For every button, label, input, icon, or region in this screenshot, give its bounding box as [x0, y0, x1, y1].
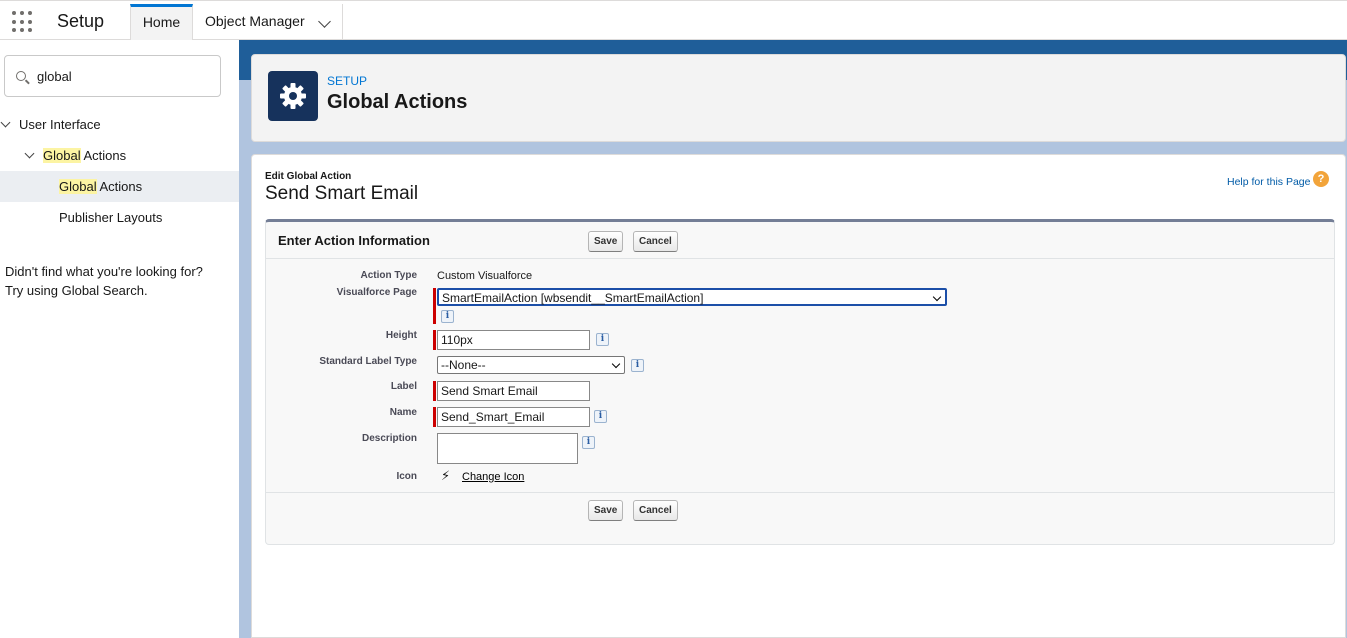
label-input[interactable]: Send Smart Email [437, 381, 590, 401]
setup-sidebar: global User Interface Global Actions Glo… [0, 41, 239, 638]
icon-label: Icon [396, 471, 417, 482]
visualforce-page-label: Visualforce Page [336, 287, 417, 298]
setup-gear-icon [268, 71, 318, 121]
info-icon[interactable]: i [631, 359, 644, 372]
name-field-label: Name [389, 407, 417, 418]
tree-item-publisher-layouts[interactable]: Publisher Layouts [0, 202, 239, 233]
name-input[interactable]: Send_Smart_Email [437, 407, 590, 427]
section-header: Enter Action Information Save Cancel [266, 222, 1334, 259]
action-type-label: Action Type [360, 270, 417, 281]
global-header: Setup Home Object Manager [0, 0, 1347, 40]
tree-item-global-actions-parent[interactable]: Global Actions [0, 140, 239, 171]
action-type-value: Custom Visualforce [437, 270, 533, 282]
lightning-bolt-icon: ⚡︎ [441, 468, 451, 483]
info-icon[interactable]: i [441, 310, 454, 323]
tree-item-global-actions[interactable]: Global Actions [0, 171, 239, 202]
standard-label-type-label: Standard Label Type [319, 356, 417, 367]
help-link[interactable]: Help for this Page [1227, 176, 1310, 188]
section-title: Enter Action Information [278, 233, 430, 248]
app-name: Setup [57, 11, 105, 31]
page-header: SETUP Global Actions [251, 54, 1346, 142]
tree-item-label: Publisher Layouts [59, 210, 163, 225]
cancel-button-bottom[interactable]: Cancel [633, 500, 678, 521]
breadcrumb[interactable]: SETUP [327, 74, 367, 88]
change-icon-link[interactable]: Change Icon [462, 471, 524, 483]
tab-object-manager[interactable]: Object Manager [193, 4, 343, 40]
tree-item-label: User Interface [19, 117, 101, 132]
edit-title: Send Smart Email [265, 183, 419, 204]
chevron-down-icon [611, 359, 621, 369]
action-info-section: Enter Action Information Save Cancel Act… [265, 219, 1335, 545]
visualforce-page-select[interactable]: SmartEmailAction [wbsendit__SmartEmailAc… [437, 288, 947, 306]
app-launcher-icon[interactable] [12, 11, 34, 33]
tree-item-user-interface[interactable]: User Interface [0, 109, 239, 140]
not-found-line-1: Didn't find what you're looking for? [5, 264, 203, 279]
standard-label-type-selected: --None-- [441, 358, 486, 372]
required-indicator [433, 330, 436, 350]
tree-item-label: Actions [96, 179, 143, 194]
quick-find-value: global [37, 69, 72, 84]
tab-home[interactable]: Home [130, 4, 193, 40]
standard-label-type-select[interactable]: --None-- [437, 356, 625, 374]
save-button-top[interactable]: Save [588, 231, 624, 252]
save-button-bottom[interactable]: Save [588, 500, 624, 521]
required-indicator [433, 407, 436, 427]
tree-item-label: Actions [80, 148, 127, 163]
content-card: Edit Global Action Send Smart Email Help… [251, 154, 1346, 638]
section-footer-divider [266, 492, 1334, 493]
search-highlight: Global [59, 179, 97, 194]
chevron-down-icon [932, 292, 942, 302]
description-textarea[interactable] [437, 433, 578, 464]
info-icon[interactable]: i [582, 436, 595, 449]
description-label: Description [361, 433, 417, 444]
height-label: Height [385, 330, 417, 341]
required-indicator [433, 288, 436, 324]
cancel-button-top[interactable]: Cancel [633, 231, 678, 252]
visualforce-page-selected: SmartEmailAction [wbsendit__SmartEmailAc… [442, 291, 704, 305]
help-icon[interactable]: ? [1313, 171, 1329, 187]
not-found-message: Didn't find what you're looking for? Try… [5, 262, 235, 300]
quick-find-input[interactable]: global [4, 55, 221, 97]
label-field-label: Label [390, 381, 417, 392]
search-icon [16, 71, 26, 81]
chevron-down-icon[interactable] [318, 15, 331, 28]
page-title: Global Actions [327, 91, 468, 113]
tab-object-manager-label: Object Manager [205, 13, 305, 29]
edit-subtitle: Edit Global Action [265, 171, 352, 182]
info-icon[interactable]: i [594, 410, 607, 423]
not-found-line-2: Try using Global Search. [5, 283, 148, 298]
search-highlight: Global [43, 148, 81, 163]
height-input[interactable]: 110px [437, 330, 590, 350]
info-icon[interactable]: i [596, 333, 609, 346]
required-indicator [433, 381, 436, 401]
chevron-down-icon[interactable] [0, 117, 11, 128]
chevron-down-icon[interactable] [24, 148, 35, 159]
